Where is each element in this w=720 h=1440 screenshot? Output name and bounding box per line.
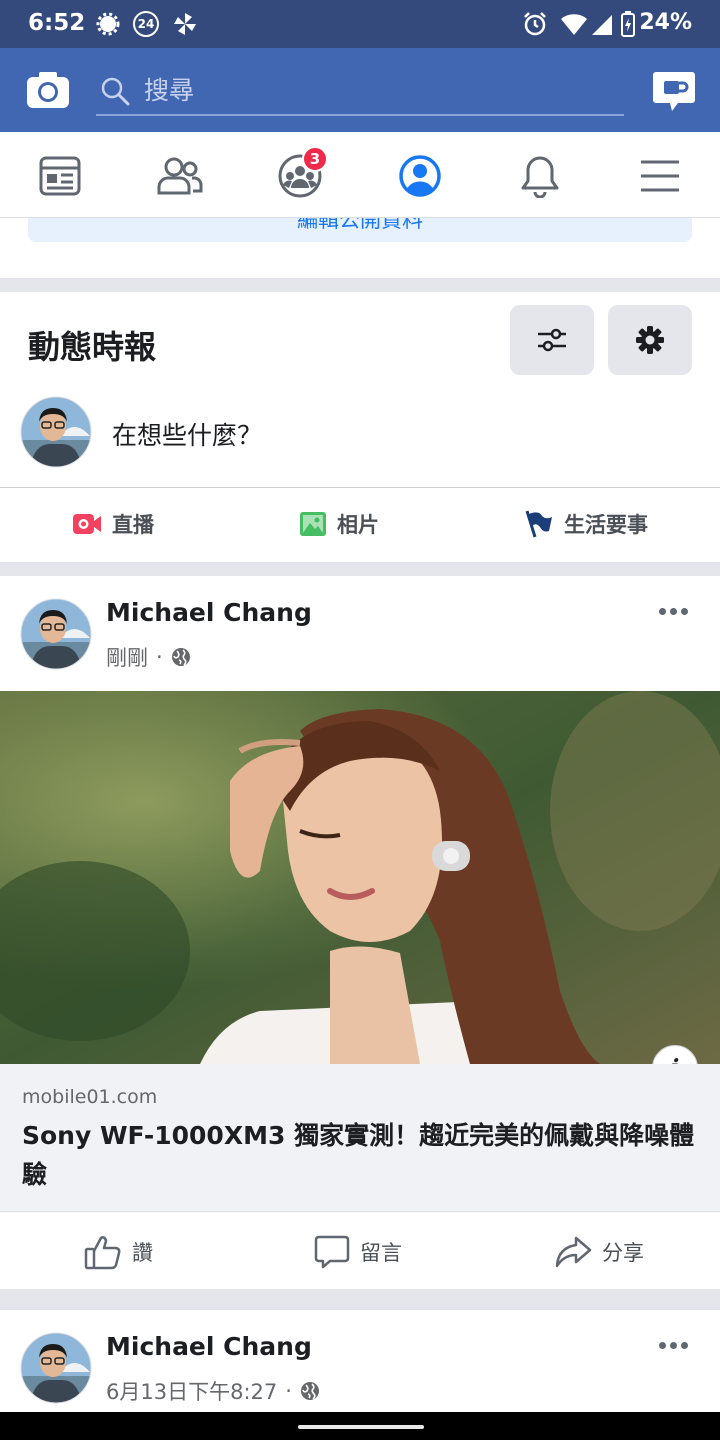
link-domain: mobile01.com [22, 1086, 158, 1108]
composer-prompt[interactable]: 在想些什麼？ [112, 416, 262, 452]
search-icon [101, 77, 130, 106]
tab-bar: 3 [0, 132, 720, 218]
share-button[interactable]: 分享 [554, 1234, 644, 1270]
timeline-header-card: 動態時報 在想些什麼？ 直播 相片 生活要事 [0, 292, 720, 562]
gear-icon [636, 326, 664, 354]
friends-icon [157, 157, 203, 195]
page-title: 動態時報 [28, 328, 157, 366]
post-actions: 讚 留言 分享 [0, 1212, 720, 1289]
tab-news-feed[interactable] [36, 152, 84, 200]
post-author[interactable]: Michael Chang [106, 598, 312, 627]
post-time[interactable]: 剛剛 [106, 642, 148, 672]
post-time[interactable]: 6月13日下午8:27 [106, 1376, 277, 1406]
signal-icon [590, 10, 614, 38]
status-bar: 6:52 24 24% [0, 0, 720, 48]
tab-menu[interactable] [636, 152, 684, 200]
filter-button[interactable] [510, 305, 594, 375]
news-feed-icon [39, 156, 81, 196]
status-time: 6:52 [28, 10, 86, 36]
tab-groups[interactable]: 3 [276, 146, 328, 200]
search-input[interactable] [144, 72, 604, 108]
battery-percent: 24% [639, 10, 692, 35]
app-bar [0, 48, 720, 132]
avatar[interactable] [20, 396, 92, 468]
avatar[interactable] [20, 1332, 92, 1404]
tab-friends[interactable] [156, 152, 204, 200]
search-bar[interactable] [96, 66, 624, 116]
home-gesture-handle[interactable] [298, 1425, 424, 1429]
menu-icon [641, 160, 679, 192]
like-icon [84, 1236, 121, 1270]
globe-icon [300, 1382, 319, 1400]
post-meta: 6月13日下午8:27 · [106, 1376, 320, 1406]
pinwheel-icon [172, 10, 198, 38]
link-title: Sony WF-1000XM3 獨家實測！趨近完美的佩戴與降噪體驗 [22, 1121, 695, 1189]
life-event-label: 生活要事 [564, 513, 648, 537]
composer-actions: 直播 相片 生活要事 [0, 487, 720, 562]
photo-icon [300, 512, 326, 536]
meta-separator: · [156, 645, 163, 669]
comment-icon [314, 1235, 350, 1269]
edit-public-info-button[interactable]: 編輯公開資料 [28, 218, 692, 242]
flag-icon [525, 510, 552, 538]
share-icon [555, 1236, 592, 1268]
profile-icon [399, 155, 441, 197]
share-label: 分享 [602, 1241, 644, 1265]
edit-public-info-label: 編輯公開資料 [297, 218, 423, 232]
meta-separator: · [285, 1379, 292, 1403]
bell-icon [521, 156, 559, 198]
life-event-button[interactable]: 生活要事 [524, 508, 648, 540]
photo-button[interactable]: 相片 [299, 508, 379, 540]
camera-button[interactable] [26, 70, 70, 110]
notification-count-icon: 24 [132, 10, 160, 38]
settings-gear-icon [96, 10, 120, 38]
live-video-label: 直播 [112, 513, 154, 537]
post-more-button[interactable] [659, 1342, 688, 1349]
post-meta: 剛剛 · [106, 642, 191, 672]
globe-icon [171, 648, 190, 666]
link-preview[interactable]: mobile01.com Sony WF-1000XM3 獨家實測！趨近完美的佩… [0, 1064, 720, 1212]
avatar[interactable] [20, 598, 92, 670]
post-more-button[interactable] [659, 608, 688, 615]
live-video-icon [73, 514, 101, 534]
tab-profile[interactable] [396, 152, 444, 200]
like-button[interactable]: 讚 [84, 1234, 153, 1270]
tab-notifications[interactable] [516, 152, 564, 200]
post-image[interactable]: i [0, 691, 720, 1064]
notification-count: 24 [137, 17, 155, 31]
live-video-button[interactable]: 直播 [72, 508, 154, 540]
post-author[interactable]: Michael Chang [106, 1332, 312, 1361]
photo-label: 相片 [337, 513, 379, 537]
battery-charging-icon [620, 10, 636, 38]
comment-button[interactable]: 留言 [314, 1234, 402, 1270]
messenger-icon [653, 72, 695, 111]
feed-post: Michael Chang 剛剛 · mobile01.com Sony WF-… [0, 576, 720, 1289]
like-label: 讚 [132, 1241, 153, 1265]
camera-icon [27, 72, 69, 108]
wifi-icon [560, 10, 588, 38]
edit-profile-card: 編輯公開資料 [0, 218, 720, 278]
comment-label: 留言 [360, 1241, 402, 1265]
sliders-icon [538, 328, 566, 352]
alarm-icon [522, 10, 548, 38]
messenger-button[interactable] [652, 70, 696, 114]
groups-badge: 3 [302, 146, 328, 172]
settings-button[interactable] [608, 305, 692, 375]
woman-photo-illustration [0, 691, 720, 1064]
system-nav-bar [0, 1412, 720, 1440]
